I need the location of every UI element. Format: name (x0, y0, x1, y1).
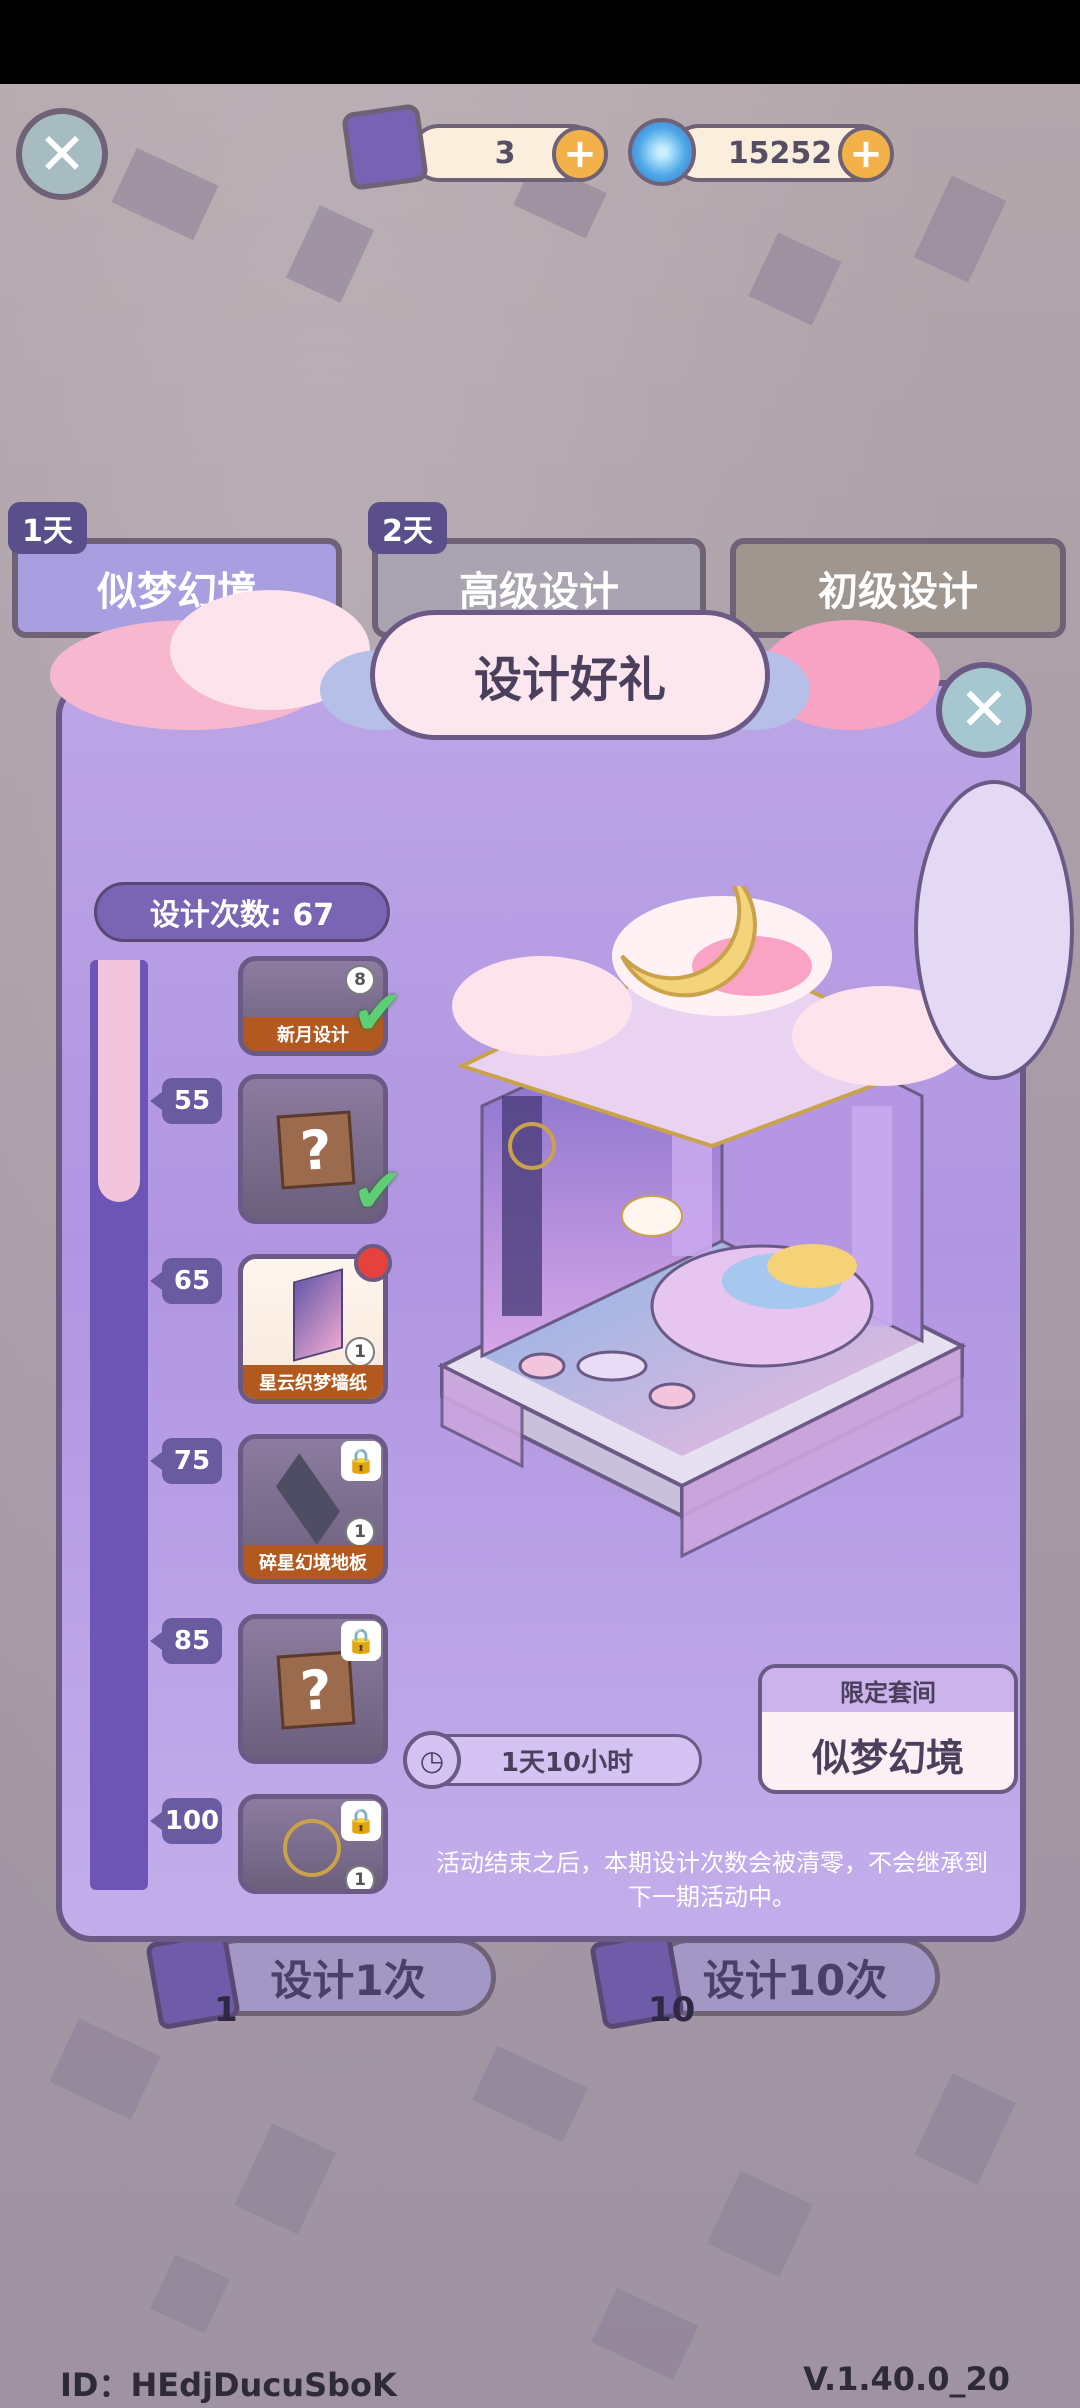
reward-dreamcatcher[interactable]: 🔒 1 (238, 1794, 388, 1894)
milestone-75: 75 (150, 1438, 222, 1484)
reward-name: 碎星幻境地板 (243, 1545, 383, 1579)
milestone-85: 85 (150, 1618, 222, 1664)
design-once-button[interactable]: 设计1次 (200, 1938, 496, 2016)
decor-cloud-right (914, 780, 1074, 1080)
reward-qty: 1 (345, 1865, 375, 1889)
suite-header: 限定套间 (762, 1668, 1014, 1712)
tab-dream-realm-day: 1天 (8, 502, 87, 554)
currency-count: 15252 (727, 135, 833, 171)
design-ten-count: 10 (648, 1990, 696, 2030)
reward-name: 星云织梦墙纸 (243, 1365, 383, 1399)
suite-name: 似梦幻境 (811, 1735, 964, 1780)
ticket-count: 3 (494, 135, 516, 171)
lock-icon: 🔒 (341, 1801, 381, 1841)
timer-text: 1天10小时 (500, 1747, 634, 1778)
dreamcatcher-icon (283, 1819, 341, 1877)
mystery-box-icon: ? (276, 1110, 356, 1190)
limited-suite-tag: 限定套间 似梦幻境 (758, 1664, 1018, 1794)
dream-suite-illustration (437, 886, 972, 1559)
milestone-100: 100 (150, 1798, 222, 1844)
design-ticket-icon (340, 102, 430, 192)
reward-star-floor[interactable]: 🔒 1 碎星幻境地板 (238, 1434, 388, 1584)
reward-mystery-box-85[interactable]: ? 🔒 (238, 1614, 388, 1764)
mystery-box-icon: ? (276, 1650, 356, 1730)
design-once-count: 1 (214, 1990, 238, 2030)
add-ticket-button[interactable]: + (552, 126, 608, 182)
close-icon: ✕ (37, 120, 87, 188)
milestone-55: 55 (150, 1078, 222, 1124)
lock-icon: 🔒 (341, 1621, 381, 1661)
reward-qty: 1 (345, 1337, 375, 1367)
design-count: 设计次数: 67 (94, 882, 390, 942)
progress-track (90, 960, 148, 1890)
close-button[interactable]: ✕ (16, 108, 108, 200)
modal-title: 设计好礼 (370, 610, 770, 740)
reward-qty: 1 (345, 1517, 375, 1547)
status-bar (0, 0, 1080, 84)
tab-advanced-design-day: 2天 (368, 502, 447, 554)
close-icon: ✕ (958, 675, 1010, 745)
event-timer: ◷ 1天10小时 (403, 1731, 702, 1789)
progress-fill (98, 960, 140, 1202)
version-label: V.1.40.0_20 (803, 2360, 1010, 2398)
floor-tile-icon (275, 1453, 341, 1545)
event-notice: 活动结束之后，本期设计次数会被清零，不会继承到下一期活动中。 (436, 1849, 988, 1911)
swirl-currency-icon (628, 118, 696, 186)
lock-icon: 🔒 (341, 1441, 381, 1481)
notification-dot (354, 1244, 392, 1282)
player-id: ID：HEdjDucuSboK (60, 2366, 397, 2404)
add-currency-button[interactable]: + (838, 126, 894, 182)
clock-icon: ◷ (403, 1731, 461, 1789)
tab-basic-design[interactable]: 初级设计 (730, 538, 1066, 638)
design-rewards-modal: 设计次数: 67 55 65 75 85 100 8 新月设计 ✔ ? ✔ 1 … (56, 680, 1026, 1942)
claimed-check-icon: ✔ (352, 976, 404, 1049)
modal-close-button[interactable]: ✕ (936, 662, 1032, 758)
milestone-65: 65 (150, 1258, 222, 1304)
wallpaper-icon (293, 1268, 343, 1362)
claimed-check-icon: ✔ (352, 1154, 404, 1227)
